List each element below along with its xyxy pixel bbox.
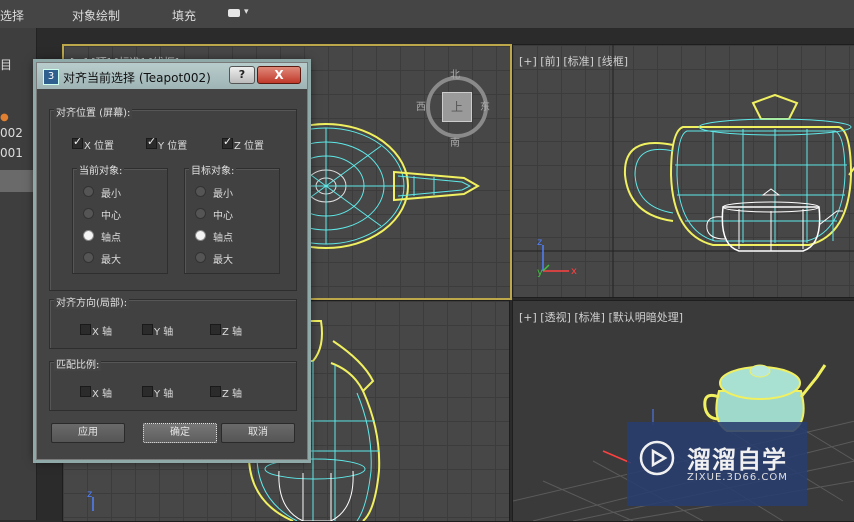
current-object-group: 当前对象: 最小 中心 轴点 最大	[72, 162, 168, 274]
match-scale-title: 匹配比例:	[54, 356, 102, 371]
x-position-label[interactable]: X 位置	[84, 137, 114, 152]
chevron-down-icon[interactable]: ▾	[244, 7, 249, 17]
target-center-radio[interactable]	[195, 208, 206, 219]
current-center-label[interactable]: 中心	[101, 207, 121, 222]
match-scale-group: 匹配比例: X 轴 Y 轴 Z 轴	[49, 356, 297, 411]
menu-item-select[interactable]: 选择	[0, 7, 24, 24]
scene-explorer-panel: 目 ● 002 001	[0, 28, 37, 520]
viewcube-compass[interactable]: 上 北 南 东 西	[416, 70, 490, 149]
current-min-label[interactable]: 最小	[101, 185, 121, 200]
current-max-radio[interactable]	[83, 252, 94, 263]
close-button[interactable]: X	[257, 66, 301, 84]
list-item-selected	[0, 170, 36, 192]
svg-text:y: y	[537, 267, 543, 278]
svg-text:z: z	[537, 237, 542, 248]
x-axis-orient-label[interactable]: X 轴	[92, 323, 112, 338]
target-object-title: 目标对象:	[189, 162, 237, 177]
menu-bar: 选择 对象绘制 填充 ▾	[0, 0, 854, 29]
play-logo-icon	[639, 440, 675, 476]
align-selection-dialog: 3 对齐当前选择 (Teapot002) ? X 对齐位置 (屏幕): X 位置…	[36, 62, 308, 460]
align-position-title: 对齐位置 (屏幕):	[54, 104, 133, 119]
target-pivot-radio[interactable]	[195, 230, 206, 241]
panel-label: 目	[0, 58, 13, 72]
app-icon: 3	[43, 69, 59, 85]
dropdown-icon[interactable]	[228, 9, 240, 17]
current-pivot-radio[interactable]	[83, 230, 94, 241]
z-axis-orient-checkbox[interactable]	[210, 324, 221, 335]
watermark-url: ZIXUE.3D66.COM	[687, 472, 788, 483]
help-button[interactable]: ?	[229, 66, 255, 84]
y-axis-scale-label[interactable]: Y 轴	[154, 385, 173, 400]
compass-north: 北	[450, 70, 460, 81]
align-position-group: 对齐位置 (屏幕): X 位置 Y 位置 Z 位置 当前对象: 最小 中心 轴点…	[49, 104, 297, 291]
z-axis-scale-label[interactable]: Z 轴	[222, 385, 242, 400]
align-orientation-title: 对齐方向(局部):	[54, 294, 130, 309]
target-min-label[interactable]: 最小	[213, 185, 233, 200]
align-orientation-group: 对齐方向(局部): X 轴 Y 轴 Z 轴	[49, 294, 297, 349]
target-object-group: 目标对象: 最小 中心 轴点 最大	[184, 162, 280, 274]
y-axis-scale-checkbox[interactable]	[142, 386, 153, 397]
z-axis-orient-label[interactable]: Z 轴	[222, 323, 242, 338]
x-position-checkbox[interactable]	[72, 135, 83, 149]
current-center-radio[interactable]	[83, 208, 94, 219]
teapot-front-wireframe: z y x	[513, 45, 854, 297]
y-axis-orient-label[interactable]: Y 轴	[154, 323, 173, 338]
z-position-checkbox[interactable]	[222, 135, 233, 149]
compass-south: 南	[450, 138, 460, 149]
svg-text:z: z	[87, 489, 92, 500]
viewport-front[interactable]: [+] [前] [标准] [线框] z y x	[512, 44, 854, 298]
y-position-label[interactable]: Y 位置	[158, 137, 187, 152]
z-position-label[interactable]: Z 位置	[234, 137, 264, 152]
current-pivot-label[interactable]: 轴点	[101, 229, 121, 244]
target-max-label[interactable]: 最大	[213, 251, 233, 266]
cancel-button[interactable]: 取消	[221, 423, 295, 443]
target-center-label[interactable]: 中心	[213, 207, 233, 222]
z-axis-scale-checkbox[interactable]	[210, 386, 221, 397]
x-axis-scale-checkbox[interactable]	[80, 386, 91, 397]
y-position-checkbox[interactable]	[146, 135, 157, 149]
orange-marker-icon: ●	[0, 112, 9, 123]
menu-item-object-paint[interactable]: 对象绘制	[72, 7, 120, 24]
current-min-radio[interactable]	[83, 186, 94, 197]
ok-button[interactable]: 确定	[143, 423, 217, 443]
watermark-title: 溜溜自学	[687, 446, 787, 474]
watermark: 溜溜自学 ZIXUE.3D66.COM	[627, 422, 807, 506]
menu-item-populate[interactable]: 填充	[172, 7, 196, 24]
dialog-titlebar[interactable]: 3 对齐当前选择 (Teapot002) ? X	[37, 63, 307, 89]
list-item-teapot002[interactable]: 002	[0, 126, 23, 140]
target-pivot-label[interactable]: 轴点	[213, 229, 233, 244]
svg-text:x: x	[571, 266, 577, 277]
target-min-radio[interactable]	[195, 186, 206, 197]
dialog-title: 对齐当前选择 (Teapot002)	[63, 71, 211, 85]
apply-button[interactable]: 应用	[51, 423, 125, 443]
current-object-title: 当前对象:	[77, 162, 125, 177]
list-item-teapot001[interactable]: 001	[0, 146, 23, 160]
x-axis-scale-label[interactable]: X 轴	[92, 385, 112, 400]
compass-west: 西	[416, 102, 426, 113]
x-axis-orient-checkbox[interactable]	[80, 324, 91, 335]
y-axis-orient-checkbox[interactable]	[142, 324, 153, 335]
viewcube-top-face[interactable]: 上	[442, 92, 472, 122]
target-max-radio[interactable]	[195, 252, 206, 263]
current-max-label[interactable]: 最大	[101, 251, 121, 266]
compass-east: 东	[480, 102, 490, 113]
